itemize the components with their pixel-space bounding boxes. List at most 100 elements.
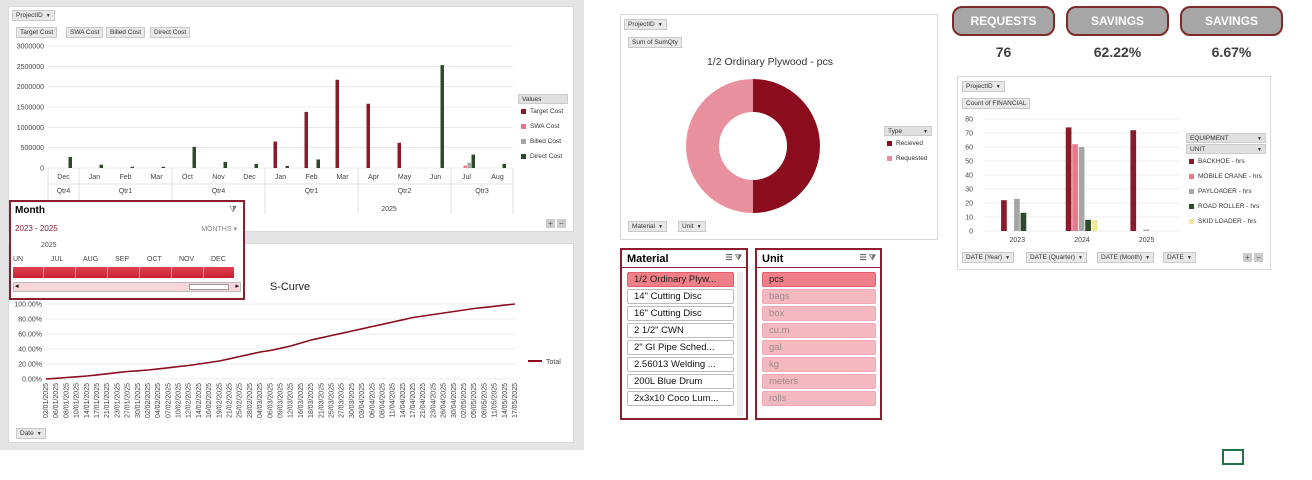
unit-item[interactable]: kg xyxy=(762,357,876,372)
legend-label: SKID LOADER - hrs xyxy=(1198,218,1257,225)
equip-bar xyxy=(1020,212,1027,231)
month-label[interactable]: AUG xyxy=(83,256,98,263)
legend-swatch xyxy=(521,124,526,129)
month-label[interactable]: NOV xyxy=(179,256,194,263)
y-tick-label: 1000000 xyxy=(17,125,44,132)
x-date-label: 09/03/2025 xyxy=(278,383,285,418)
x-date-label: 30/04/2025 xyxy=(451,383,458,418)
x-date-label: 08/05/2025 xyxy=(481,383,488,418)
time-level-select[interactable]: MONTHS ▾ xyxy=(201,225,237,233)
unit-legend-header[interactable]: UNIT ▼ xyxy=(1186,144,1266,154)
equipment-legend-items: BACKHOE - hrs MOBILE CRANE - hrs PAYLOADER… xyxy=(1186,154,1266,229)
y-tick-label: 70 xyxy=(965,131,973,138)
legend-swatch xyxy=(1189,204,1194,209)
month-selection-bar[interactable] xyxy=(13,267,234,278)
bar-swa-cost xyxy=(463,165,467,168)
zoom-out-button[interactable]: − xyxy=(557,219,566,228)
equipment-legend-header[interactable]: EQUIPMENT ▼ xyxy=(1186,133,1266,143)
projectid-filter-button[interactable]: ProjectID ▼ xyxy=(12,10,55,21)
scroll-left-icon[interactable]: ◂ xyxy=(15,282,19,290)
unit-item[interactable]: meters xyxy=(762,374,876,389)
unit-slicer[interactable]: Unit ☰ ⧩ pcs bags box cu.m gal kg meters rolls xyxy=(755,248,882,420)
scroll-thumb[interactable] xyxy=(189,284,229,290)
x-date-label: 02/05/2025 xyxy=(461,383,468,418)
material-item[interactable]: 14" Cutting Disc xyxy=(627,289,734,304)
material-slicer[interactable]: Material ☰ ⧩ 1/2 Ordinary Plyw... 14" Cutt… xyxy=(620,248,748,420)
material-item[interactable]: 16" Cutting Disc xyxy=(627,306,734,321)
month-label[interactable]: UN xyxy=(13,256,23,263)
count-financial-button[interactable]: Count of FINANCIAL xyxy=(962,98,1031,109)
material-item[interactable]: 2.56013 Welding ... xyxy=(627,357,734,372)
donut-projectid-button[interactable]: ProjectID ▼ xyxy=(624,19,667,30)
kpi-button-requests[interactable]: REQUESTS xyxy=(952,6,1055,36)
x-year-label: 2023 xyxy=(1010,237,1026,244)
scroll-right-icon[interactable]: ▸ xyxy=(235,282,239,290)
month-label[interactable]: SEP xyxy=(115,256,129,263)
multiselect-clear-icons[interactable]: ☰ ⧩ xyxy=(859,253,876,263)
material-item[interactable]: 200L Blue Drum xyxy=(627,374,734,389)
timeline-scrollbar[interactable]: ◂ ▸ xyxy=(13,282,241,292)
kpi-button-savings[interactable]: SAVINGS xyxy=(1066,6,1169,36)
filter-icon: ▼ xyxy=(658,224,664,230)
material-item[interactable]: 2" GI Pipe Sched... xyxy=(627,340,734,355)
month-label[interactable]: DEC xyxy=(211,256,226,263)
date-level-button[interactable]: DATE ▼ xyxy=(1163,252,1196,263)
month-label[interactable]: JUL xyxy=(51,256,63,263)
y-tick-label: 100.00% xyxy=(14,302,42,309)
unit-slicer-header: Unit ☰ ⧩ xyxy=(757,250,880,268)
unit-item[interactable]: gal xyxy=(762,340,876,355)
kpi-button-savings[interactable]: SAVINGS xyxy=(1180,6,1283,36)
unit-item[interactable]: cu.m xyxy=(762,323,876,338)
date-level-button[interactable]: DATE (Month) ▼ xyxy=(1097,252,1155,263)
legend-swatch xyxy=(521,139,526,144)
x-quarter-label: Qtr4 xyxy=(212,188,226,195)
legend-swatch xyxy=(887,156,892,161)
x-date-label: 02/02/2025 xyxy=(145,383,152,418)
y-tick-label: 60 xyxy=(965,145,973,152)
page-view-icon[interactable] xyxy=(1222,449,1244,465)
x-month-label: Mar xyxy=(150,174,163,181)
material-field-button[interactable]: Material ▼ xyxy=(628,221,668,232)
clear-filter-icon[interactable]: ⧩ xyxy=(229,204,237,215)
month-timeline-slicer[interactable]: Month ⧩ 2023 - 2025 MONTHS ▾ 2025 UN JUL A… xyxy=(9,200,245,300)
unit-item[interactable]: box xyxy=(762,306,876,321)
x-date-label: 14/01/2025 xyxy=(84,383,91,418)
x-year-label: 2025 xyxy=(381,206,397,213)
dropdown-icon: ▼ xyxy=(1005,255,1011,261)
x-date-label: 27/01/2025 xyxy=(125,383,132,418)
equip-bar xyxy=(1091,219,1098,231)
material-item[interactable]: 1/2 Ordinary Plyw... xyxy=(627,272,734,287)
dropdown-icon: ▼ xyxy=(45,13,51,19)
legend-label: Requested xyxy=(896,155,928,162)
material-item[interactable]: 2x3x10 Coco Lum... xyxy=(627,391,734,406)
date-level-button[interactable]: DATE (Year) ▼ xyxy=(962,252,1015,263)
x-month-label: Feb xyxy=(119,174,131,181)
unit-item[interactable]: bags xyxy=(762,289,876,304)
month-label[interactable]: OCT xyxy=(147,256,162,263)
unit-item[interactable]: rolls xyxy=(762,391,876,406)
equip-bar xyxy=(1014,198,1020,231)
zoom-out-button[interactable]: − xyxy=(1254,253,1263,262)
zoom-in-button[interactable]: + xyxy=(1243,253,1252,262)
y-tick-label: 50 xyxy=(965,159,973,166)
donut-legend-title-text: Type xyxy=(888,128,903,135)
multiselect-clear-icons[interactable]: ☰ ⧩ xyxy=(725,253,742,263)
sum-sumqty-button[interactable]: Sum of SumQty xyxy=(628,37,682,48)
x-date-label: 21/03/2025 xyxy=(318,383,325,418)
y-tick-label: 80 xyxy=(965,117,973,124)
x-date-label: 16/02/2025 xyxy=(206,383,213,418)
material-scrollbar[interactable] xyxy=(737,272,743,416)
bar-target-cost xyxy=(273,141,277,168)
date-level-button[interactable]: DATE (Quarter) ▼ xyxy=(1026,252,1087,263)
legend-swatch xyxy=(521,154,526,159)
zoom-in-button[interactable]: + xyxy=(546,219,555,228)
unit-field-button[interactable]: Unit ▼ xyxy=(678,221,706,232)
x-month-label: Oct xyxy=(182,174,193,181)
unit-item[interactable]: pcs xyxy=(762,272,876,287)
bar-direct-cost xyxy=(99,164,103,168)
equipment-projectid-button[interactable]: ProjectID ▼ xyxy=(962,81,1005,92)
x-month-label: May xyxy=(398,174,412,181)
date-filter-button[interactable]: Date ▼ xyxy=(16,428,46,439)
material-item[interactable]: 2 1/2" CWN xyxy=(627,323,734,338)
date-level-label: DATE (Month) xyxy=(1101,254,1143,261)
